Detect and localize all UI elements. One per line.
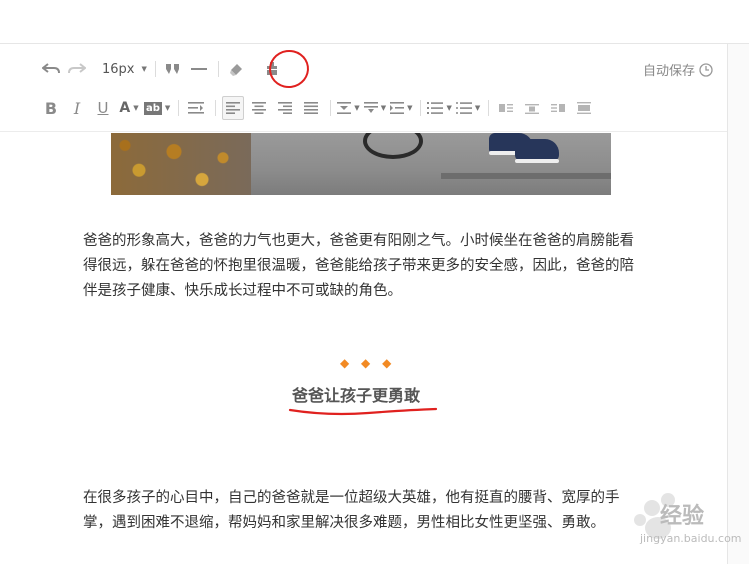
watermark-text: 经验 [660,504,705,529]
article-image[interactable] [111,133,611,195]
font-color-letter: A [119,100,131,116]
indent-select-icon[interactable]: ▼ [390,96,412,120]
align-justify-icon[interactable] [300,96,322,120]
chevron-down-icon: ▼ [380,104,387,112]
watermark-url: jingyan.baidu.com [640,532,742,545]
clear-format-icon[interactable] [225,57,247,81]
chevron-down-icon: ▼ [474,104,481,112]
image-center-icon[interactable] [521,96,543,120]
shoe-sole [515,159,559,163]
image-full-icon[interactable] [573,96,595,120]
redo-icon[interactable] [66,57,88,81]
toolbar-divider [215,100,217,116]
shoe [515,139,559,161]
font-size-select[interactable]: 16px ▼ [98,57,147,81]
editor-toolbar: 16px ▼ B I U A ▼ ab ▼ ▼ ▼ ▼ ▼ ▼ 自动保存 [0,44,727,132]
indent-icon[interactable] [185,96,207,120]
chevron-down-icon: ▼ [164,104,171,112]
background-color-letters: ab [144,101,162,115]
underline-icon[interactable]: U [92,96,114,120]
bold-icon[interactable]: B [40,96,62,120]
toolbar-row-1: 16px ▼ [40,56,287,82]
italic-icon[interactable]: I [66,96,88,120]
clock-icon [699,62,713,77]
toolbar-divider [488,100,490,116]
bicycle-wheel [363,133,423,159]
unordered-list-icon[interactable]: ▼ [455,96,481,120]
section-subtitle[interactable]: 爸爸让孩子更勇敢 [292,382,420,406]
chevron-down-icon: ▼ [141,65,147,73]
align-center-icon[interactable] [248,96,270,120]
align-right-icon[interactable] [274,96,296,120]
image-left-icon[interactable] [495,96,517,120]
scrollbar-track[interactable] [728,44,749,564]
font-size-value: 16px [102,61,135,77]
toolbar-divider [217,61,219,77]
article-paragraph[interactable]: 爸爸的形象高大，爸爸的力气也更大，爸爸更有阳刚之气。小时候坐在爸爸的肩膀能看得很… [83,229,643,304]
paragraph-spacing-icon[interactable]: ▼ [363,96,387,120]
toolbar-divider [178,100,180,116]
decorative-dots: ◆ ◆ ◆ [340,356,396,370]
quote-icon[interactable] [162,57,184,81]
chevron-down-icon: ▼ [446,104,452,112]
chevron-down-icon: ▼ [354,104,360,112]
chevron-down-icon: ▼ [133,104,139,112]
image-right-icon[interactable] [547,96,569,120]
toolbar-divider [420,100,422,116]
background-color-icon[interactable]: ab ▼ [144,96,170,120]
chevron-down-icon: ▼ [407,104,413,112]
font-color-icon[interactable]: A ▼ [118,96,140,120]
editor-top-bar [0,0,749,44]
autosave-label: 自动保存 [642,63,695,78]
align-left-icon[interactable] [222,96,245,120]
toolbar-divider [330,100,332,116]
line-height-icon[interactable]: ▼ [337,96,360,120]
ordered-list-icon[interactable]: ▼ [427,96,452,120]
undo-icon[interactable] [40,57,62,81]
toolbar-divider [154,61,156,77]
autosave-indicator[interactable]: 自动保存 [643,60,713,79]
leaves-region [111,133,251,195]
toolbar-row-2: B I U A ▼ ab ▼ ▼ ▼ ▼ ▼ ▼ [40,95,599,121]
road-marking [441,173,611,179]
horizontal-rule-icon[interactable] [188,57,210,81]
annotation-underline [288,407,438,416]
article-paragraph[interactable]: 在很多孩子的心目中，自己的爸爸就是一位超级大英雄，他有挺直的腰背、宽厚的手掌，遇… [83,486,643,536]
